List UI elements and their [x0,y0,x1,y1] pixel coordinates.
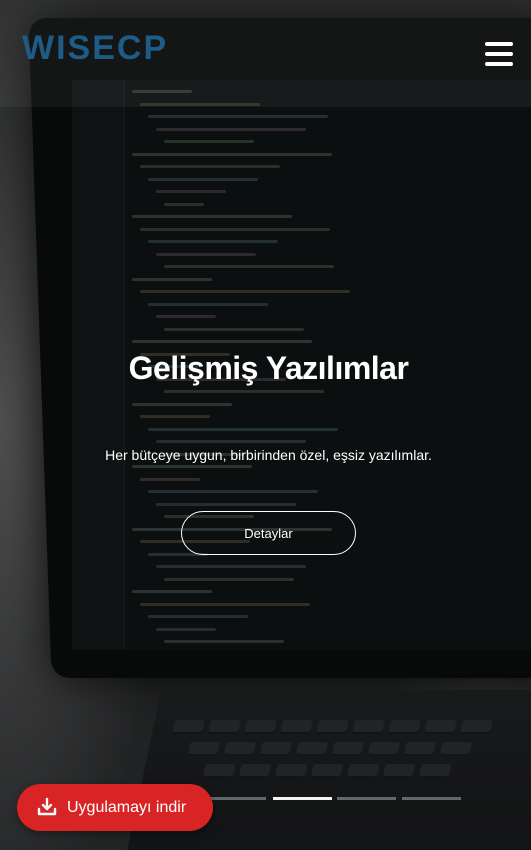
logo-text: WISECP [22,29,168,67]
details-button[interactable]: Detaylar [181,511,356,555]
menu-button[interactable] [480,38,520,74]
page: WISECP Gelişmiş Yazılımlar Her bütçeye u… [0,0,531,850]
slider-dot-5[interactable] [402,797,461,800]
hero-subtitle: Her bütçeye uygun, birbirinden özel, eşs… [105,447,432,463]
download-app-label: Uygulamayı indir [67,799,187,816]
download-app-button[interactable]: Uygulamayı indir [17,784,213,831]
dark-overlay [0,0,531,850]
logo[interactable]: WISECP [22,28,212,68]
slider-dot-3[interactable] [273,797,332,800]
download-icon [37,797,57,816]
slider-dot-2[interactable] [207,797,266,800]
hero-title: Gelişmiş Yazılımlar [128,350,409,386]
slider-dot-4[interactable] [337,797,396,800]
